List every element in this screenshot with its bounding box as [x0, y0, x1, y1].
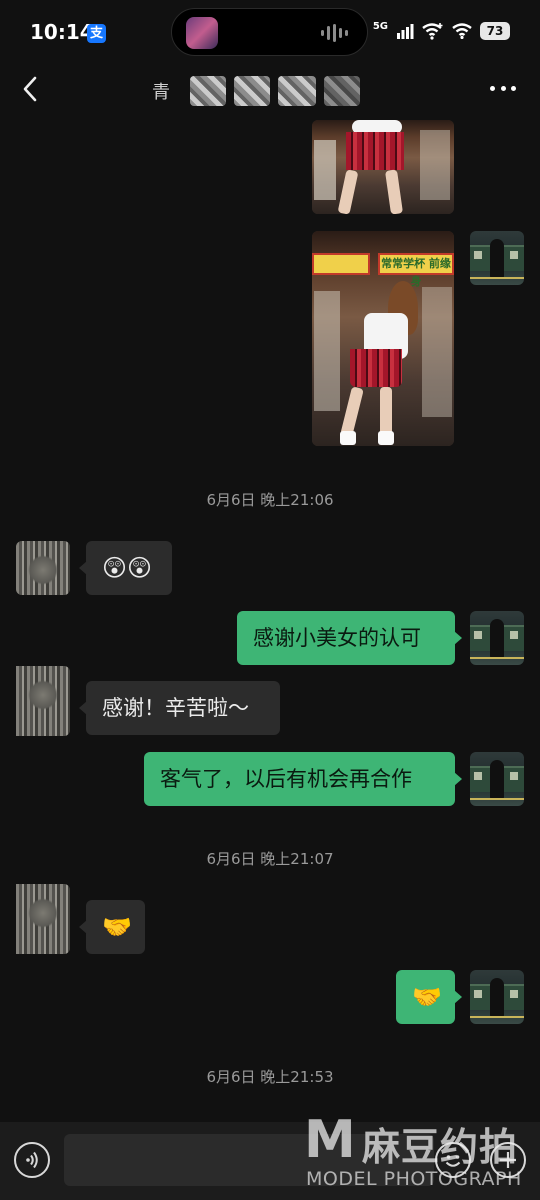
- photo-shop-sign: [312, 253, 370, 275]
- photo-poster: [314, 140, 336, 200]
- photo-poster: [420, 130, 450, 200]
- wifi-plus-icon: [422, 23, 443, 40]
- my-avatar[interactable]: [470, 611, 524, 665]
- timestamp-label: 6月6日 晚上21:06: [206, 491, 334, 509]
- more-options-icon[interactable]: [490, 86, 516, 92]
- my-avatar[interactable]: [470, 752, 524, 806]
- photo-shop-sign: 常常学杯 前缘身: [378, 253, 454, 288]
- audio-wave-icon: [321, 24, 351, 42]
- contact-avatar[interactable]: [16, 666, 70, 736]
- status-bar: 10:14 支 5G 73: [0, 0, 540, 66]
- obscured-name-mosaic: [234, 76, 270, 106]
- timestamp-label: 6月6日 晚上21:53: [206, 1068, 334, 1086]
- message-text-input[interactable]: [64, 1134, 434, 1186]
- message-bubble-sent[interactable]: 🤝: [396, 970, 462, 1024]
- voice-input-button[interactable]: [14, 1142, 50, 1178]
- voice-icon: [26, 1151, 38, 1169]
- message-bubble-sent[interactable]: 客气了，以后有机会再合作: [144, 752, 462, 806]
- alipay-icon: 支: [87, 24, 106, 43]
- photo-figure-skirt: [350, 349, 402, 387]
- photo-figure-sock: [340, 431, 356, 445]
- media-thumbnail-icon: [186, 17, 218, 49]
- battery-indicator: 73: [480, 22, 510, 40]
- emoji-button[interactable]: [435, 1142, 471, 1178]
- obscured-name-mosaic: [324, 76, 360, 106]
- network-label: 5G: [372, 21, 388, 32]
- photo-message[interactable]: [312, 120, 454, 214]
- photo-figure-legs: [380, 387, 392, 437]
- photo-message[interactable]: 常常学杯 前缘身: [312, 231, 454, 446]
- my-avatar[interactable]: [470, 970, 524, 1024]
- obscured-name-mosaic: [190, 76, 226, 106]
- chat-message-list[interactable]: 常常学杯 前缘身 6月6日 晚上21:06 😲😲 感谢小美女的认可 感谢！辛苦啦…: [0, 112, 540, 1122]
- photo-figure-skirt: [346, 132, 404, 170]
- smiley-icon: [445, 1155, 461, 1167]
- message-bubble-sent[interactable]: 感谢小美女的认可: [237, 611, 462, 665]
- photo-poster: [314, 291, 340, 411]
- message-bubble-received[interactable]: 🤝: [79, 900, 145, 954]
- wifi-icon: [452, 23, 472, 39]
- photo-figure-sock: [378, 431, 394, 445]
- message-input-bar: [0, 1122, 540, 1200]
- photo-poster: [422, 287, 452, 417]
- chat-header: 青: [0, 66, 540, 112]
- dynamic-island[interactable]: [171, 8, 368, 56]
- chat-title: 青: [152, 76, 382, 106]
- more-functions-button[interactable]: [490, 1142, 526, 1178]
- message-bubble-received[interactable]: 感谢！辛苦啦～: [79, 681, 280, 735]
- my-avatar[interactable]: [470, 231, 524, 285]
- timestamp-label: 6月6日 晚上21:07: [206, 850, 334, 868]
- obscured-name-mosaic: [278, 76, 316, 106]
- contact-avatar[interactable]: [16, 884, 70, 954]
- status-time: 10:14: [30, 20, 94, 44]
- status-icons: 5G 73: [373, 22, 510, 40]
- contact-avatar[interactable]: [16, 541, 70, 595]
- signal-icon: [397, 24, 414, 39]
- plus-icon: [500, 1152, 516, 1168]
- back-arrow-icon[interactable]: [18, 74, 44, 104]
- message-bubble-received[interactable]: 😲😲: [79, 541, 172, 595]
- chat-title-text: 青: [152, 82, 170, 103]
